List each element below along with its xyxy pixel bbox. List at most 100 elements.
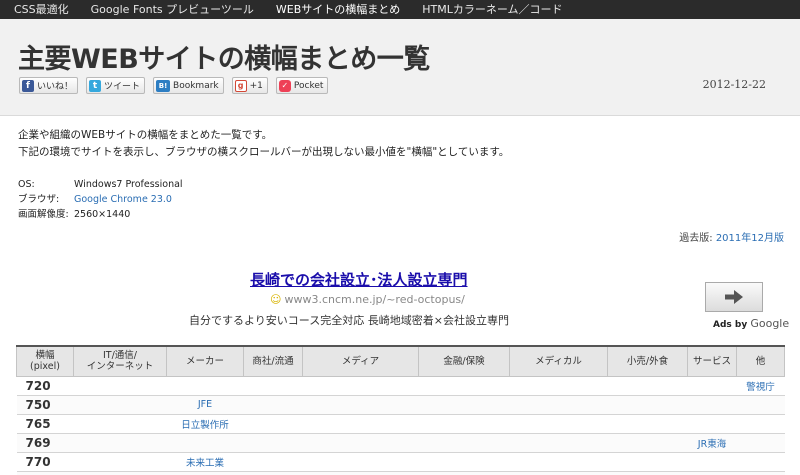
- ad-title-link[interactable]: 長崎での会社設立･法人設立専門: [250, 269, 468, 290]
- width-cell: 769: [16, 433, 74, 453]
- header-other: 他: [736, 345, 785, 377]
- site-link[interactable]: 日立製作所: [181, 420, 229, 431]
- tweet-label: ツイート: [104, 82, 141, 92]
- table-cell: [73, 376, 167, 396]
- table-cell: JFE: [166, 395, 244, 415]
- table-cell: [302, 414, 419, 434]
- table-cell: [243, 452, 303, 472]
- table-cell: [73, 414, 167, 434]
- table-row: 770 未来工業: [16, 452, 785, 472]
- archive-link[interactable]: 2011年12月版: [716, 233, 784, 244]
- env-resolution-value: 2560×1440: [74, 209, 131, 220]
- table-cell: [607, 433, 688, 453]
- table-cell: [509, 376, 608, 396]
- table-cell: [418, 433, 510, 453]
- table-cell: [418, 452, 510, 472]
- site-link[interactable]: JFE: [198, 399, 212, 410]
- table-cell: JR東海: [687, 433, 737, 453]
- table-row: 750 JFE: [16, 395, 785, 415]
- ad-arrow-button[interactable]: [705, 282, 763, 312]
- publish-date: 2012-12-22: [702, 78, 766, 91]
- width-cell: 750: [16, 395, 74, 415]
- site-link[interactable]: JR東海: [698, 439, 726, 450]
- table-cell: [418, 376, 510, 396]
- smiley-icon: ☺: [270, 293, 282, 306]
- width-cell: 776: [16, 471, 74, 475]
- table-cell: [687, 414, 737, 434]
- hatena-bookmark-icon: B!: [156, 79, 171, 92]
- table-cell: [302, 433, 419, 453]
- table-cell: 日立製作所: [166, 414, 244, 434]
- env-resolution-label: 画面解像度:: [18, 209, 69, 220]
- table-cell: [302, 376, 419, 396]
- table-cell: [736, 452, 785, 472]
- header-retail: 小売/外食: [607, 345, 688, 377]
- header-text: メディア: [341, 355, 380, 367]
- header-maker: メーカー: [166, 345, 244, 377]
- table-cell: [607, 376, 688, 396]
- header-trading: 商社/流通: [243, 345, 303, 377]
- table-cell: [166, 376, 244, 396]
- env-row-resolution: 画面解像度: 2560×1440: [18, 207, 183, 222]
- google-label: Google: [750, 317, 790, 330]
- width-table: 横幅 (pixel) IT/通信/インターネット メーカー 商社/流通 メディア 金融/保険…: [16, 345, 785, 475]
- ads-by-google[interactable]: Ads by Google: [713, 317, 789, 330]
- site-link[interactable]: 未来工業: [186, 458, 224, 469]
- header-text: 他: [755, 355, 766, 367]
- page-title: 主要WEBサイトの横幅まとめ一覧: [18, 44, 430, 75]
- table-cell: [687, 452, 737, 472]
- table-cell: [607, 414, 688, 434]
- nav-item-html-colors[interactable]: HTMLカラーネーム／コード: [422, 0, 562, 19]
- table-cell: [73, 395, 167, 415]
- env-browser-link[interactable]: Google Chrome 23.0: [74, 192, 172, 207]
- intro-line-1: 企業や組織のWEBサイトの横幅をまとめた一覧です。: [18, 129, 273, 141]
- archive-label: 過去版:: [679, 233, 716, 244]
- table-cell: [509, 471, 608, 475]
- pocket-button[interactable]: ✓ Pocket: [275, 77, 329, 94]
- site-link[interactable]: 警視庁: [746, 382, 775, 393]
- nav-item-google-fonts[interactable]: Google Fonts プレビューツール: [91, 0, 254, 19]
- env-os-label: OS:: [18, 179, 35, 190]
- ad-url[interactable]: ☺ www3.cncm.ne.jp/~red-octopus/: [270, 293, 465, 306]
- header-finance: 金融/保険: [418, 345, 510, 377]
- table-cell: [509, 414, 608, 434]
- table-cell: [418, 395, 510, 415]
- header-text: インターネット: [86, 361, 154, 373]
- table-cell: [736, 471, 785, 475]
- ads-by-label: Ads by: [713, 320, 751, 330]
- environment-info: OS: Windows7 Professional ブラウザ: Google C…: [18, 177, 183, 222]
- nav-item-web-width[interactable]: WEBサイトの横幅まとめ: [276, 0, 400, 19]
- table-cell: [607, 471, 688, 475]
- facebook-icon: f: [22, 79, 34, 92]
- header-medical: メディカル: [509, 345, 608, 377]
- ad-description: 自分でするより安いコース完全対応 長崎地域密着×会社設立専門: [189, 314, 509, 327]
- google-plus-icon: g: [234, 79, 247, 92]
- table-cell: [509, 433, 608, 453]
- width-cell: 765: [16, 414, 74, 434]
- table-cell: [607, 395, 688, 415]
- hatena-bookmark-button[interactable]: B! Bookmark: [153, 77, 224, 94]
- google-plus-button[interactable]: g +1: [231, 77, 268, 94]
- env-os-value: Windows7 Professional: [74, 179, 183, 190]
- table-cell: [243, 395, 303, 415]
- archive-version: 過去版: 2011年12月版: [679, 229, 784, 244]
- table-cell: [166, 433, 244, 453]
- page-header: 主要WEBサイトの横幅まとめ一覧 f いいね！ t ツイート B! Bookma…: [0, 19, 800, 116]
- table-cell: [243, 376, 303, 396]
- intro-line-2: 下記の環境でサイトを表示し、ブラウザの横スクロールバーが出現しない最小値を"横幅…: [18, 146, 510, 158]
- hatena-bookmark-label: Bookmark: [173, 80, 219, 91]
- table-cell: [687, 395, 737, 415]
- tweet-button[interactable]: t ツイート: [86, 77, 146, 94]
- table-cell: [687, 471, 737, 475]
- ad-url-text: www3.cncm.ne.jp/~red-octopus/: [284, 293, 465, 306]
- intro-text: 企業や組織のWEBサイトの横幅をまとめた一覧です。 下記の環境でサイトを表示し、…: [18, 127, 509, 161]
- table-cell: [736, 433, 785, 453]
- table-cell: [243, 471, 303, 475]
- nav-item-css[interactable]: CSS最適化: [14, 0, 69, 19]
- table-row: 720 警視庁: [16, 376, 785, 396]
- table-row: 769 JR東海: [16, 433, 785, 453]
- table-cell: [736, 414, 785, 434]
- facebook-like-button[interactable]: f いいね！: [19, 77, 79, 94]
- header-width: 横幅 (pixel): [16, 345, 74, 377]
- google-plus-label: +1: [249, 80, 263, 91]
